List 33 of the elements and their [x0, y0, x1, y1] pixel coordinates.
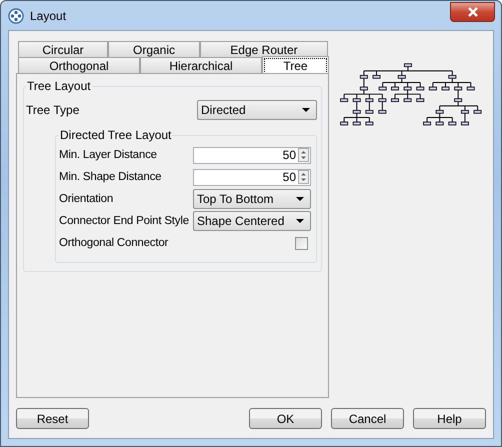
- number-spinner[interactable]: 50: [193, 168, 311, 186]
- field-label: Connector End Point Style: [59, 215, 189, 227]
- tab[interactable]: Circular: [18, 41, 108, 57]
- caret-icon: [296, 197, 304, 201]
- spinner-arrows-icon: [298, 170, 309, 184]
- field-label: Min. Layer Distance: [59, 149, 157, 161]
- caret-icon: [302, 108, 310, 112]
- window-title: Layout: [30, 8, 66, 22]
- tab[interactable]: Organic: [108, 41, 200, 57]
- tree-type-dropdown[interactable]: Directed: [197, 100, 317, 120]
- field-label: Min. Shape Distance: [59, 171, 162, 183]
- dropdown[interactable]: Top To Bottom: [193, 189, 311, 209]
- reset-button[interactable]: Reset: [16, 408, 89, 429]
- layout-icon: [8, 8, 24, 24]
- spinner-arrows-icon: [298, 148, 309, 162]
- field-label: Tree Type: [26, 103, 80, 117]
- field-label: Orientation: [59, 193, 114, 205]
- dialog-button[interactable]: OK: [249, 408, 322, 429]
- group-title: Directed Tree Layout: [59, 128, 172, 142]
- tab[interactable]: Hierarchical: [140, 57, 262, 73]
- field-label: Orthogonal Connector: [59, 237, 168, 249]
- close-button[interactable]: [450, 2, 495, 22]
- group-title: Tree Layout: [26, 79, 92, 93]
- tab[interactable]: Edge Router: [200, 41, 328, 57]
- tab[interactable]: Tree: [262, 56, 329, 74]
- number-spinner[interactable]: 50: [193, 146, 311, 164]
- dialog-button[interactable]: Help: [413, 408, 486, 429]
- caret-icon: [296, 219, 304, 223]
- dropdown[interactable]: Shape Centered: [193, 211, 311, 231]
- close-icon: [466, 6, 478, 16]
- tab[interactable]: Orthogonal: [18, 57, 140, 73]
- checkbox[interactable]: [295, 236, 308, 250]
- dialog-button[interactable]: Cancel: [331, 408, 404, 429]
